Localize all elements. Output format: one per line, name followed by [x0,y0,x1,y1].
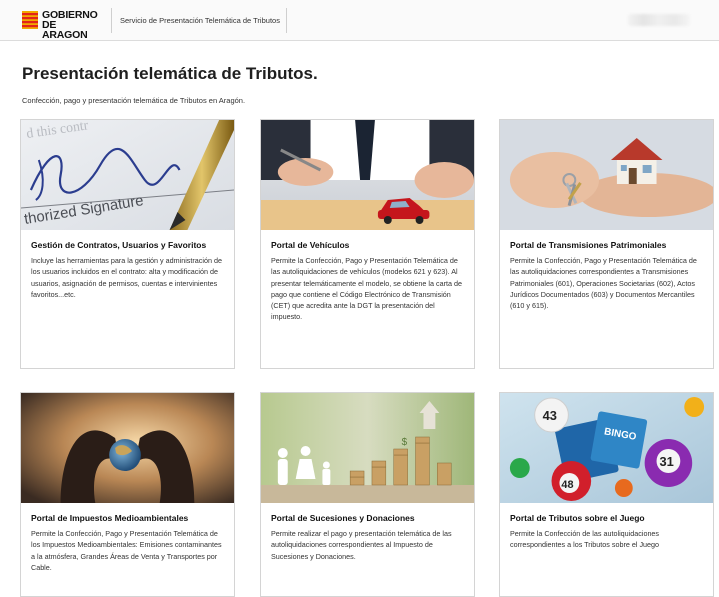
aragon-flag-icon [22,11,38,29]
svg-text:$: $ [402,437,408,448]
card-contratos-usuarios[interactable]: d this contr thorized Signature Gestión … [20,119,235,369]
card-description: Permite la Confección, Pago y Presentaci… [31,529,222,572]
page-subtitle: Confección, pago y presentación telemáti… [22,96,246,105]
top-bar: GOBIERNO DE ARAGON Servicio de Presentac… [0,0,719,41]
card-title: Portal de Tributos sobre el Juego [510,513,645,523]
card-sucesiones-donaciones[interactable]: $ Portal de Sucesiones y Donaciones Perm… [260,392,475,597]
image-label-43: 43 [543,408,557,423]
card-description: Permite realizar el pago y presentación … [271,529,452,561]
logo-line-2: DE ARAGON [42,19,88,41]
card-title: Portal de Sucesiones y Donaciones [271,513,415,523]
image-label-48: 48 [561,479,573,491]
signature-pen-image: d this contr thorized Signature [21,120,234,230]
house-keys-image [500,120,713,230]
card-title: Portal de Transmisiones Patrimoniales [510,240,667,250]
page-title: Presentación telemática de Tributos. [22,64,318,83]
image-label-31: 31 [660,454,674,469]
card-description: Permite la Confección de las autoliquida… [510,529,660,550]
logo-text: GOBIERNO DE ARAGON [42,10,98,41]
topbar-divider [111,8,112,33]
toy-car-signing-image [261,120,474,230]
card-description: Permite la Confección, Pago y Presentaci… [510,256,697,311]
user-info-blurred[interactable] [628,14,690,26]
service-tab[interactable]: Servicio de Presentación Telemática de T… [114,8,287,33]
card-description: Incluye las herramientas para la gestión… [31,256,222,299]
hands-globe-image [21,393,234,503]
card-title: Gestión de Contratos, Usuarios y Favorit… [31,240,207,250]
card-description: Permite la Confección, Pago y Presentaci… [271,256,462,322]
card-title: Portal de Vehículos [271,240,350,250]
family-coins-image: $ [261,393,474,503]
card-impuestos-medioambientales[interactable]: Portal de Impuestos Medioambientales Per… [20,392,235,597]
card-title: Portal de Impuestos Medioambientales [31,513,189,523]
bingo-balls-image: BINGO 43 31 48 [500,393,713,503]
card-tributos-juego[interactable]: BINGO 43 31 48 Portal de Tributos sobre … [499,392,714,597]
card-transmisiones-patrimoniales[interactable]: Portal de Transmisiones Patrimoniales Pe… [499,119,714,369]
card-vehiculos[interactable]: Portal de Vehículos Permite la Confecció… [260,119,475,369]
